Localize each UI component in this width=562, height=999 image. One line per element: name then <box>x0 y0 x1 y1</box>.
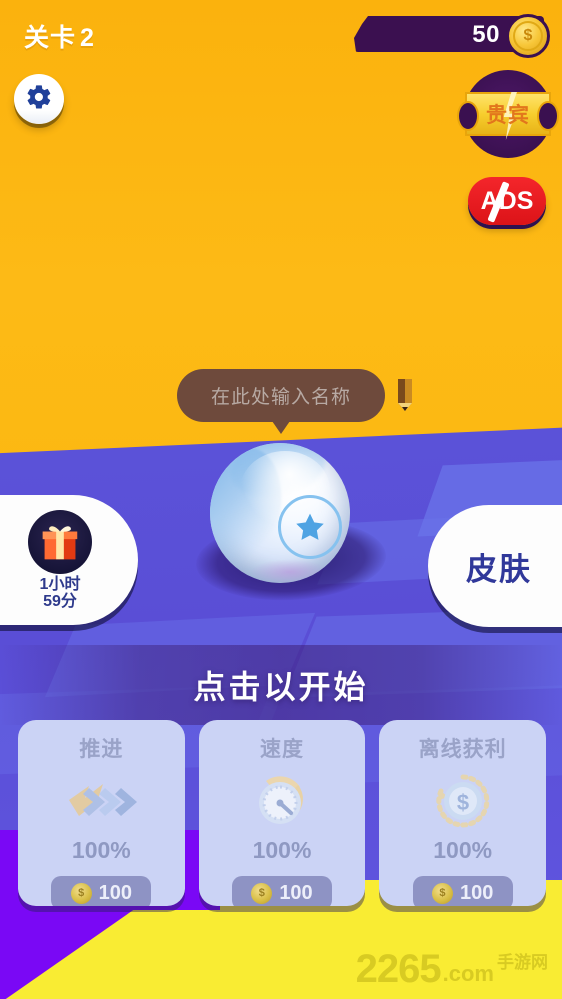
ball-bottom-tint <box>250 559 330 583</box>
level-indicator: 关卡 2 <box>24 18 95 54</box>
star-icon <box>278 495 342 559</box>
remove-ads-button[interactable]: ADS <box>468 177 546 225</box>
coin-icon: $ <box>506 14 550 58</box>
gift-minutes: 59分 <box>43 592 77 610</box>
level-number: 2 <box>80 24 95 52</box>
settings-button[interactable] <box>14 74 64 124</box>
offline-dollar-icon: $ <box>424 769 502 831</box>
upgrade-card-offline-profit[interactable]: 离线获利 $ 100% $ 100 <box>379 720 547 906</box>
upgrade-price: 100 <box>279 881 313 904</box>
upgrade-price: 100 <box>459 881 494 904</box>
game-screen: 关卡 2 50 $ 贵宾 ADS 在此处输入名称 1小时 59分 皮肤 点击以开… <box>0 0 562 999</box>
skins-label: 皮肤 <box>466 551 532 587</box>
free-gift-button[interactable]: 1小时 59分 <box>0 495 138 625</box>
skins-button[interactable]: 皮肤 <box>428 505 562 627</box>
vip-label: 贵宾 <box>486 104 530 127</box>
upgrade-price-button[interactable]: $ 100 <box>412 876 513 906</box>
gift-hours: 1小时 <box>39 575 81 593</box>
upgrade-card-speed[interactable]: 速度 100% $ 100 <box>198 720 366 906</box>
upgrade-card-thrust[interactable]: 推进 100% $ 100 <box>18 720 185 906</box>
name-input[interactable]: 在此处输入名称 <box>177 369 385 434</box>
gear-icon <box>25 83 53 116</box>
coin-icon: $ <box>251 882 273 904</box>
ads-label: ADS <box>480 186 534 215</box>
upgrade-percent: 100% <box>433 837 493 863</box>
chevron-arrows-icon <box>62 769 140 831</box>
name-input-placeholder: 在此处输入名称 <box>210 387 351 408</box>
upgrade-price-button[interactable]: $ 100 <box>232 876 332 906</box>
coin-icon: $ <box>431 882 453 904</box>
vip-button[interactable]: 贵宾 <box>457 70 559 158</box>
player-ball[interactable] <box>210 443 350 583</box>
upgrade-title: 推进 <box>79 738 124 761</box>
pencil-icon[interactable] <box>392 377 418 413</box>
upgrade-percent: 100% <box>71 837 131 863</box>
svg-text:$: $ <box>457 790 469 815</box>
upgrade-price-button[interactable]: $ 100 <box>51 876 152 906</box>
coin-icon: $ <box>70 882 92 904</box>
upgrade-card-list: 推进 100% $ 100 速度 100% $ 100 离线获利 $ 100% … <box>18 720 547 906</box>
upgrade-percent: 100% <box>252 837 312 863</box>
speedometer-icon <box>243 769 321 831</box>
upgrade-title: 速度 <box>260 738 304 761</box>
tap-to-start-label[interactable]: 点击以开始 <box>0 662 562 708</box>
coin-symbol: $ <box>513 21 543 51</box>
gift-box-icon <box>28 509 92 574</box>
coin-amount: 50 <box>472 21 500 48</box>
level-label-text: 关卡 <box>24 24 77 52</box>
vip-ticket-icon: 贵宾 <box>457 92 559 140</box>
coin-balance-bar[interactable]: 50 $ <box>354 12 554 58</box>
upgrade-price: 100 <box>98 881 133 904</box>
upgrade-title: 离线获利 <box>418 738 507 761</box>
